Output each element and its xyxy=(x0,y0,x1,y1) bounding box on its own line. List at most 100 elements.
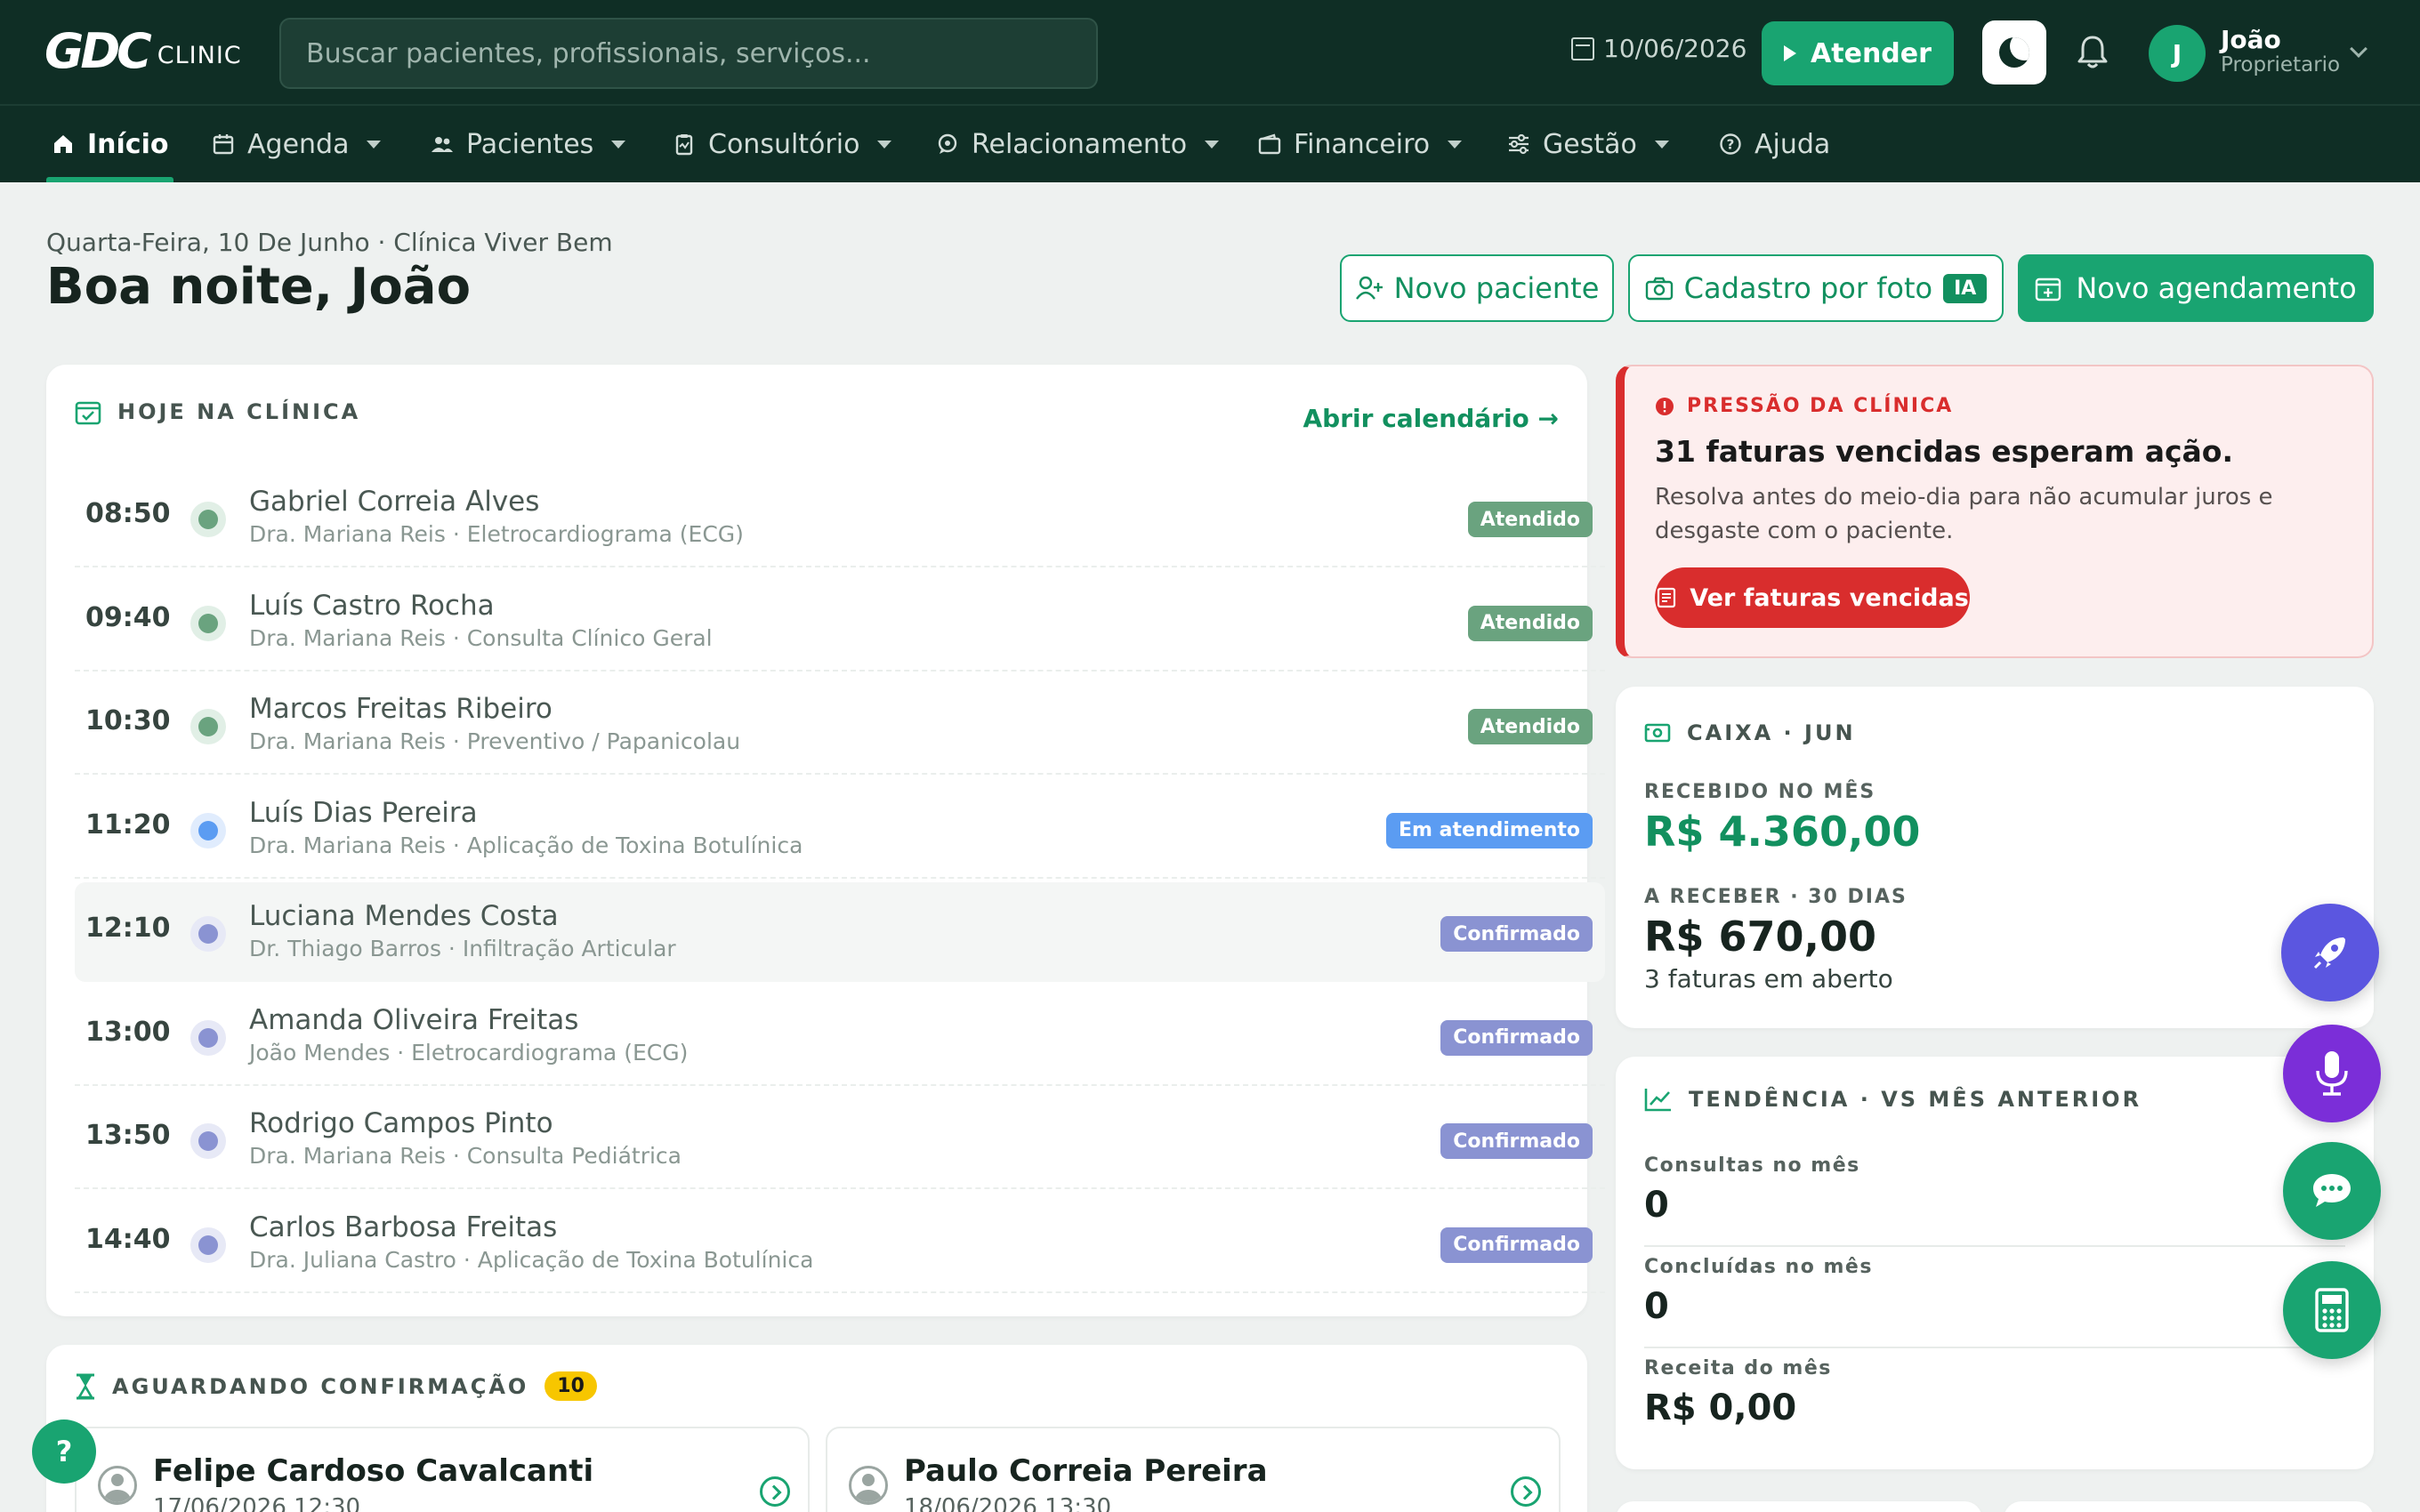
appointment-row[interactable]: 10:30 Marcos Freitas Ribeiro Dra. Mariana … xyxy=(75,675,1605,775)
new-appointment-label: Novo agendamento xyxy=(2076,271,2357,305)
nav-item-financeiro[interactable]: Financeiro xyxy=(1258,106,1463,182)
open-calendar-link[interactable]: Abrir calendário → xyxy=(1303,404,1559,433)
camera-icon xyxy=(1645,277,1673,301)
pressure-headline: 31 faturas vencidas esperam ação. xyxy=(1655,434,2234,469)
appointment-detail: João Mendes · Eletrocardiograma (ECG) xyxy=(249,1039,689,1066)
pressure-description: Resolva antes do meio-dia para não acumu… xyxy=(1655,484,2273,544)
waiting-item[interactable]: Felipe Cardoso Cavalcanti 17/06/2026 12:… xyxy=(75,1427,810,1512)
nav-item-inicio[interactable]: Início xyxy=(46,106,174,182)
appointment-time: 08:50 xyxy=(85,498,171,529)
date-text: 10/06/2026 xyxy=(1603,34,1747,63)
rocket-icon xyxy=(2313,937,2345,969)
appointment-time: 09:40 xyxy=(85,601,171,633)
nav-item-gestao[interactable]: Gestão xyxy=(1507,106,1669,182)
alert-icon xyxy=(1656,397,1674,415)
calculator-icon xyxy=(2315,1288,2349,1332)
help-icon: ? xyxy=(1720,133,1741,155)
appointment-detail: Dra. Mariana Reis · Aplicação de Toxina … xyxy=(249,832,803,858)
waiting-patient-name: Paulo Correia Pereira xyxy=(904,1453,1268,1489)
status-badge: Em atendimento xyxy=(1386,812,1593,848)
status-dot-icon xyxy=(190,1123,226,1159)
search-input[interactable]: Buscar pacientes, profissionais, serviço… xyxy=(279,18,1098,89)
chevron-down-icon[interactable] xyxy=(2350,40,2368,58)
new-patient-button[interactable]: Novo paciente xyxy=(1340,254,1614,322)
user-name[interactable]: João xyxy=(2221,25,2281,54)
waiting-count-badge: 10 xyxy=(544,1371,597,1401)
new-appointment-button[interactable]: Novo agendamento xyxy=(2018,254,2374,322)
appointment-row[interactable]: 09:40 Luís Castro Rocha Dra. Mariana Reis … xyxy=(75,572,1605,672)
photo-signup-label: Cadastro por foto xyxy=(1683,271,1933,305)
nav-item-ajuda[interactable]: ? Ajuda xyxy=(1719,106,1830,182)
help-fab[interactable]: ? xyxy=(32,1420,96,1484)
appointment-row[interactable]: 14:40 Carlos Barbosa Freitas Dra. Juliana … xyxy=(75,1194,1605,1293)
logo-mark: GDC xyxy=(44,23,152,79)
person-icon xyxy=(849,1466,888,1505)
app-logo[interactable]: GDC CLINIC xyxy=(44,23,242,79)
hourglass-icon xyxy=(77,1373,94,1399)
patient-name: Marcos Freitas Ribeiro xyxy=(249,693,553,725)
nav-item-consultorio[interactable]: Consultório xyxy=(673,106,892,182)
card-title: HOJE NA CLÍNICA xyxy=(75,398,360,425)
atender-button[interactable]: Atender xyxy=(1762,21,1954,85)
clipboard-icon xyxy=(675,134,693,156)
user-role: Proprietario xyxy=(2221,53,2341,76)
appointment-row[interactable]: 13:00 Amanda Oliveira Freitas João Mendes … xyxy=(75,986,1605,1086)
waiting-item[interactable]: Paulo Correia Pereira 18/06/2026 13:30 xyxy=(826,1427,1561,1512)
appointment-time: 12:10 xyxy=(85,913,171,944)
patient-name: Gabriel Correia Alves xyxy=(249,486,540,518)
chat-fab[interactable] xyxy=(2283,1142,2381,1240)
appointment-detail: Dr. Thiago Barros · Infiltração Articula… xyxy=(249,936,676,961)
microphone-icon xyxy=(2316,1051,2348,1096)
theme-toggle-button[interactable] xyxy=(1982,20,2046,84)
rocket-fab[interactable] xyxy=(2281,904,2379,1001)
metric-row: Consultas no mês 0 xyxy=(1644,1146,2345,1247)
trend-card: TENDÊNCIA · VS MÊS ANTERIOR Consultas no… xyxy=(1616,1057,2374,1469)
nav-label: Consultório xyxy=(708,128,860,160)
atender-label: Atender xyxy=(1811,37,1932,69)
nav-item-agenda[interactable]: Agenda xyxy=(212,106,382,182)
chat-icon xyxy=(938,133,957,154)
calculator-fab[interactable] xyxy=(2283,1261,2381,1359)
status-dot-icon xyxy=(190,1019,226,1056)
person-icon xyxy=(98,1466,137,1505)
add-user-icon xyxy=(1355,276,1383,300)
photo-signup-button[interactable]: Cadastro por foto IA xyxy=(1628,254,2004,322)
chat-bubble-icon xyxy=(2313,1174,2351,1207)
received-label: RECEBIDO NO MÊS xyxy=(1644,781,1876,803)
appointment-time: 13:50 xyxy=(85,1120,171,1151)
metric-row: Receita do mês R$ 0,00 xyxy=(1644,1348,2345,1450)
appointment-row[interactable]: 08:50 Gabriel Correia Alves Dra. Mariana R… xyxy=(75,468,1605,567)
nav-label: Financeiro xyxy=(1294,128,1431,160)
appointment-row[interactable]: 12:10 Luciana Mendes Costa Dr. Thiago Barr… xyxy=(75,882,1605,982)
appointment-time: 14:40 xyxy=(85,1223,171,1255)
arrow-right-circle-icon[interactable] xyxy=(1511,1476,1541,1507)
microphone-fab[interactable] xyxy=(2283,1025,2381,1122)
view-overdue-invoices-button[interactable]: Ver faturas vencidas xyxy=(1655,567,1970,628)
status-badge: Confirmado xyxy=(1440,1019,1593,1056)
received-value: R$ 4.360,00 xyxy=(1644,808,1921,856)
ia-badge: IA xyxy=(1943,273,1988,303)
bell-icon[interactable] xyxy=(2077,34,2109,69)
appointment-row[interactable]: 13:50 Rodrigo Campos Pinto Dra. Mariana Re… xyxy=(75,1090,1605,1189)
trending-up-icon xyxy=(1644,1089,1671,1112)
cash-card: CAIXA · JUN RECEBIDO NO MÊS R$ 4.360,00 … xyxy=(1616,687,2374,1028)
chevron-down-icon xyxy=(367,140,382,149)
patient-name: Luís Dias Pereira xyxy=(249,796,478,829)
wallet-icon xyxy=(1258,133,1281,155)
appointment-row[interactable]: 11:20 Luís Dias Pereira Dra. Mariana Reis … xyxy=(75,779,1605,879)
avatar[interactable]: J xyxy=(2149,25,2206,82)
sliders-icon xyxy=(1509,133,1529,155)
waiting-patient-name: Felipe Cardoso Cavalcanti xyxy=(153,1453,594,1489)
chevron-down-icon xyxy=(1448,140,1463,149)
nav-item-pacientes[interactable]: Pacientes xyxy=(431,106,626,182)
status-dot-icon xyxy=(190,502,226,537)
calendar-icon xyxy=(1571,36,1594,60)
pressure-alert: PRESSÃO DA CLÍNICA 31 faturas vencidas e… xyxy=(1616,365,2374,658)
nav-item-relacionamento[interactable]: Relacionamento xyxy=(936,106,1220,182)
appointment-time: 11:20 xyxy=(85,808,171,840)
arrow-right-circle-icon[interactable] xyxy=(760,1476,790,1507)
pressure-title: PRESSÃO DA CLÍNICA xyxy=(1655,395,1953,417)
current-date: 10/06/2026 xyxy=(1571,34,1746,63)
nav-label: Ajuda xyxy=(1754,128,1831,160)
play-icon xyxy=(1784,45,1797,61)
